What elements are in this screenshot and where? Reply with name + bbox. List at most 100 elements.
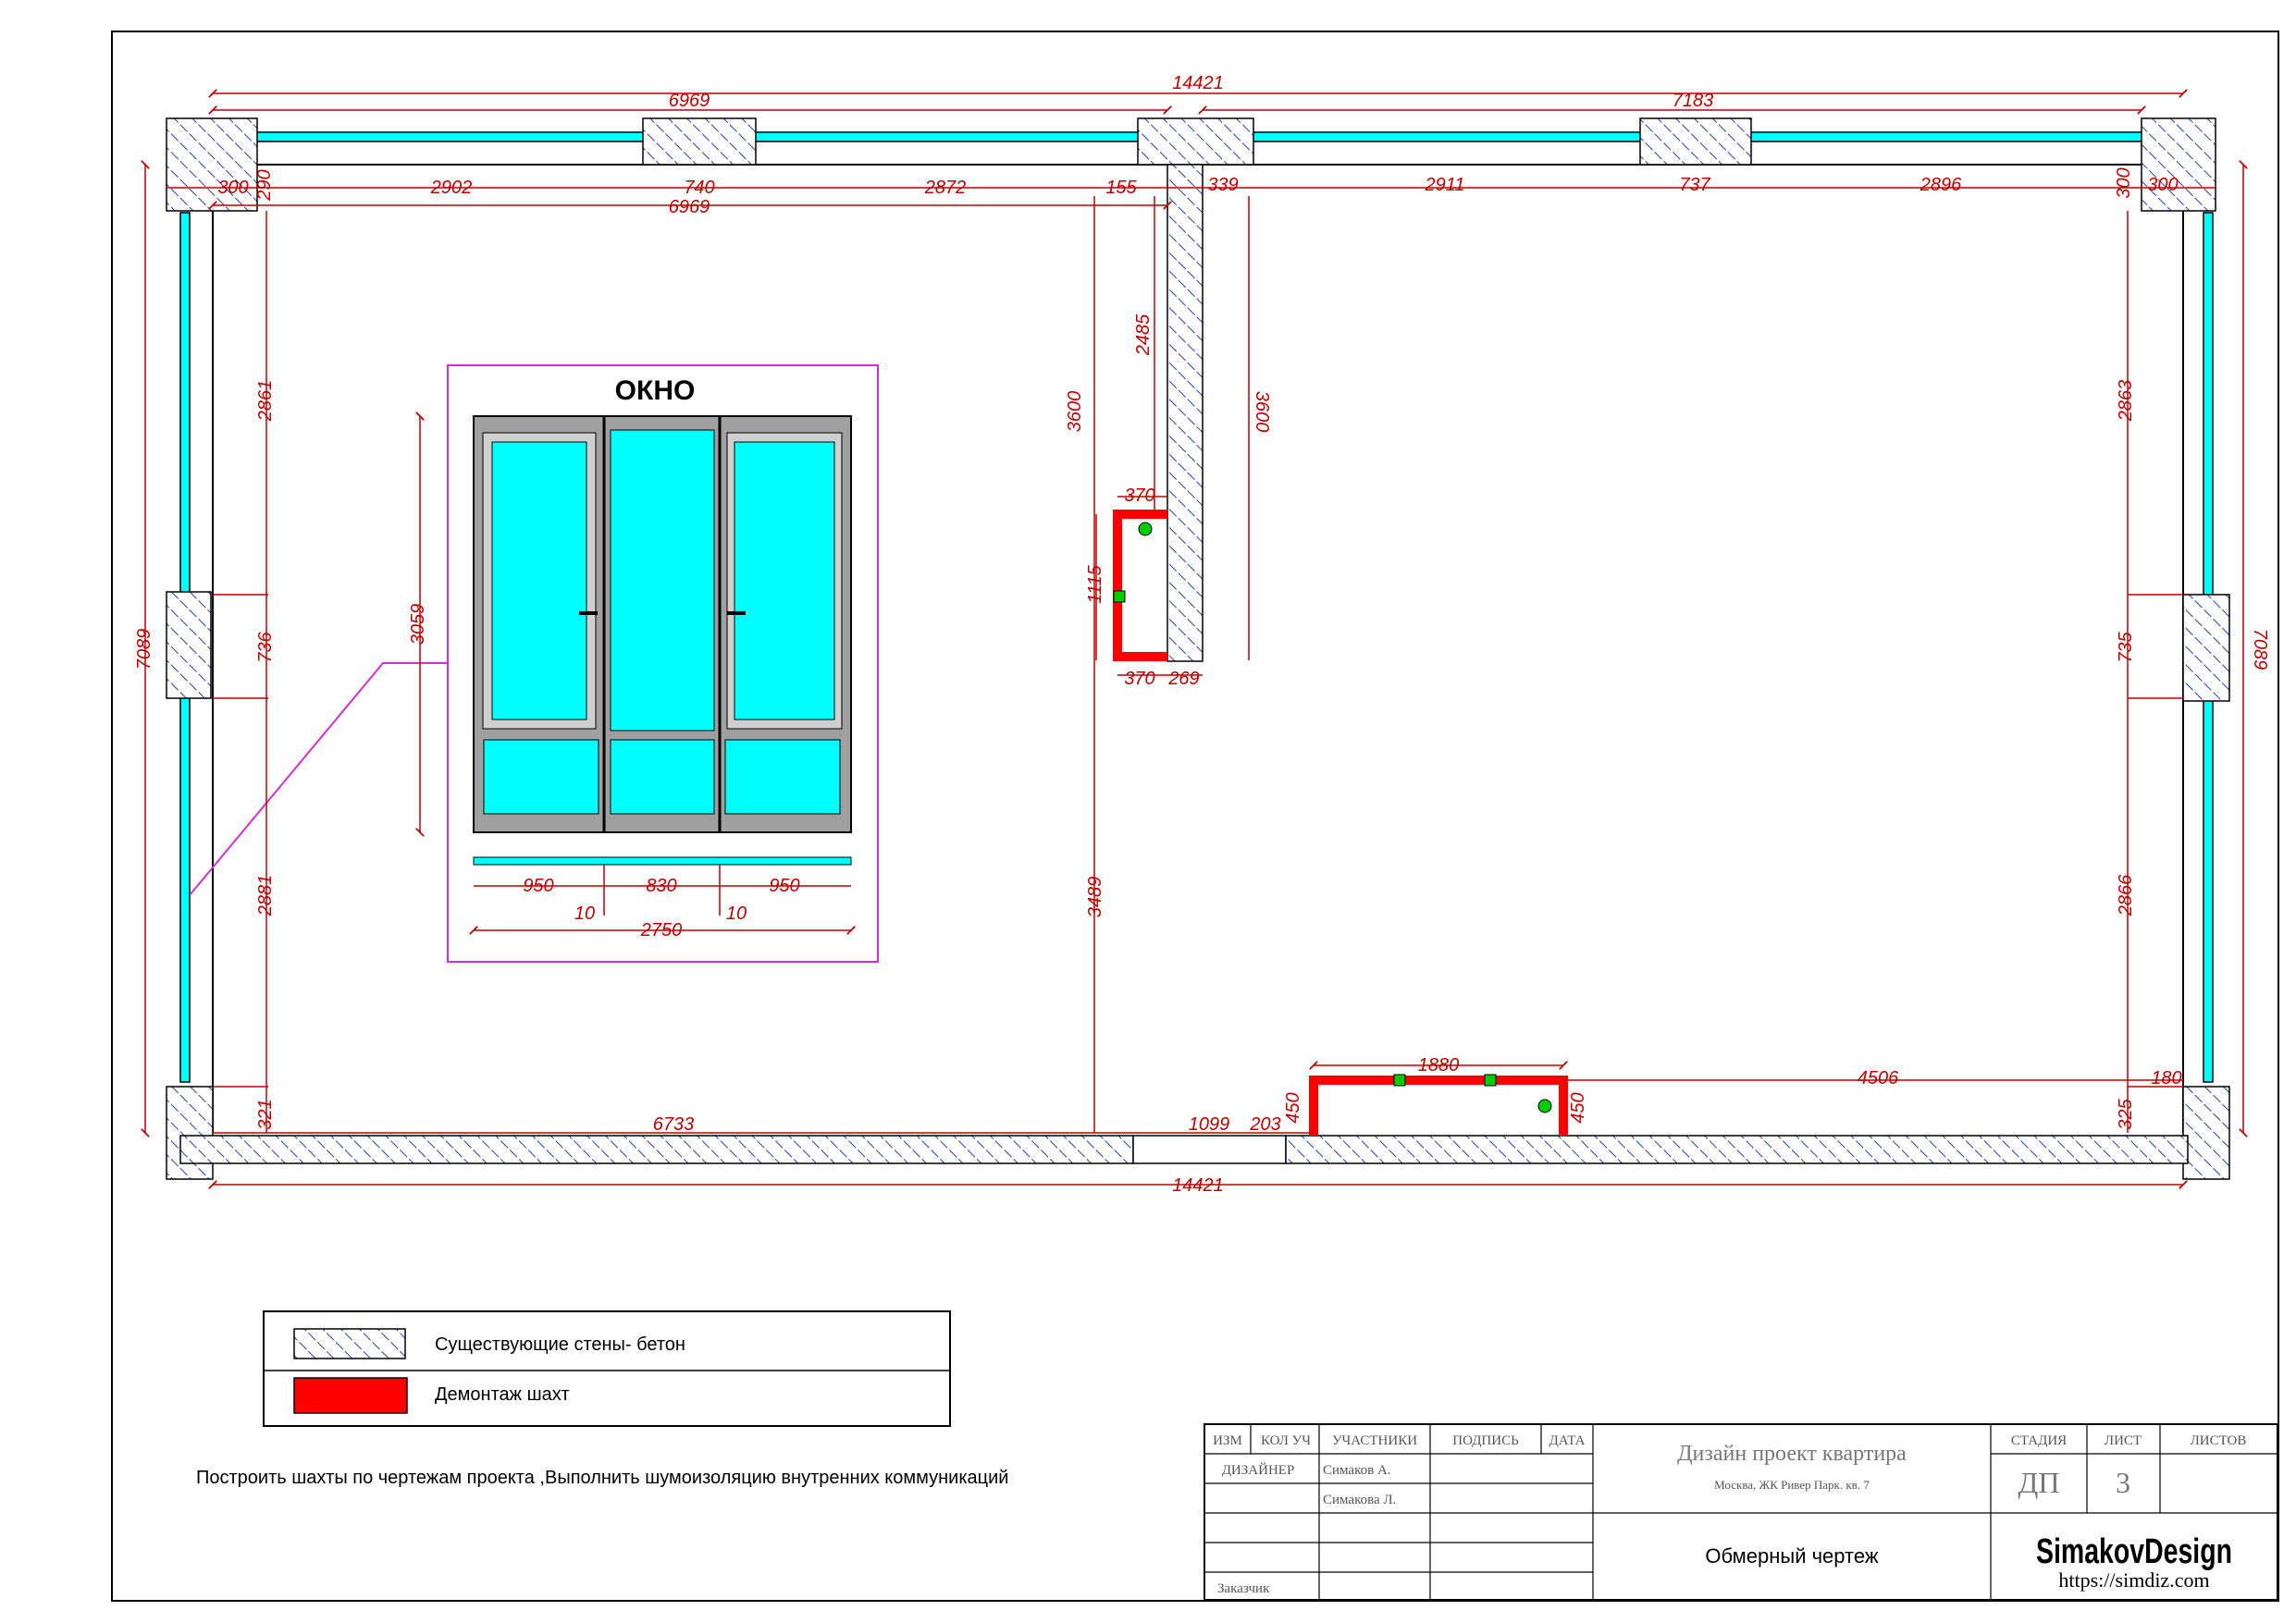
dim-label: 6733: [653, 1114, 695, 1135]
entry-door-opening: [1132, 1135, 1287, 1164]
tb-header: ПОДПИСЬ: [1452, 1433, 1519, 1448]
dim-label: 339: [1207, 175, 1238, 195]
dim-label: 3600: [1252, 391, 1272, 433]
dim-label: 2881: [255, 875, 276, 917]
tb-header-sheet: ЛИСТ: [2105, 1433, 2142, 1448]
pier-top-1: [642, 117, 757, 166]
tb-header: ИЗМ: [1213, 1433, 1242, 1448]
dim-label: 736: [255, 631, 276, 662]
pier-bottom-left: [166, 1086, 214, 1180]
dim-label: 450: [1283, 1092, 1303, 1123]
window-title: ОКНО: [615, 375, 696, 406]
pier-top-2: [1137, 117, 1254, 166]
dim-label: 450: [1568, 1092, 1588, 1123]
window-plan-strip: [473, 856, 852, 866]
dim-label: 6969: [669, 197, 710, 217]
dim-label: 1880: [1418, 1055, 1460, 1076]
dim-label: 14421: [1172, 1175, 1224, 1196]
bottom-wall-right: [1285, 1135, 2189, 1164]
riser-square: [1393, 1074, 1406, 1087]
window-detail: ОКНО: [189, 364, 879, 963]
glass-pane: [491, 441, 587, 720]
legend: Существующие стены- бетон Демонтаж шахт: [263, 1310, 951, 1427]
dim-label: 300: [2147, 175, 2178, 195]
glass-pane: [610, 429, 715, 732]
tb-sheet-title: Обмерный чертеж: [1705, 1544, 1878, 1568]
riser-point: [1138, 522, 1153, 536]
brand-logo: SimakovDesign: [2036, 1532, 2232, 1571]
dim-label: 3600: [1065, 391, 1085, 433]
glass-pane-lower: [610, 739, 715, 815]
dim-label: 290: [254, 169, 275, 201]
dim-label: 10: [574, 904, 595, 924]
dim-label: 735: [2116, 631, 2136, 662]
dim-label: 7089: [2250, 629, 2270, 670]
dim-label: 325: [2116, 1098, 2136, 1129]
legend-label-concrete: Существующие стены- бетон: [435, 1334, 685, 1355]
dim-label: 2866: [2116, 874, 2136, 916]
dim-label: 2872: [924, 178, 967, 198]
construction-note: Построить шахты по чертежам проекта ,Вып…: [196, 1468, 1008, 1488]
dim-label: 300: [2114, 167, 2134, 198]
dim-label: 4506: [1858, 1068, 1899, 1088]
title-block: ИЗМ КОЛ УЧ УЧАСТНИКИ ПОДПИСЬ ДАТА ДИЗАЙН…: [1204, 1423, 2278, 1601]
tb-header: КОЛ УЧ: [1261, 1433, 1311, 1448]
dim-label: 740: [684, 178, 714, 198]
glass-pane: [734, 441, 835, 720]
dim-label: 1099: [1189, 1114, 1230, 1135]
pier-left-mid: [166, 591, 212, 699]
dim-label: 3489: [1085, 877, 1105, 918]
dim-label: 2896: [1920, 175, 1962, 195]
riser-point: [1537, 1099, 1552, 1113]
dim-label: 10: [726, 904, 747, 924]
tb-header-stage: СТАДИЯ: [2011, 1433, 2067, 1448]
dim-label: 269: [1167, 669, 1199, 689]
dim-label: 2750: [640, 920, 683, 941]
window-handle: [727, 611, 746, 615]
dim-label: 7089: [134, 629, 154, 670]
pier-right-mid: [2182, 594, 2230, 702]
dim-label: 2863: [2116, 380, 2136, 423]
partition-wall: [1167, 164, 1204, 662]
dim-label: 7183: [1673, 91, 1714, 111]
legend-swatch-concrete: [293, 1328, 406, 1359]
glass-pane-lower: [483, 739, 599, 815]
window-handle: [579, 611, 598, 615]
glass-pane-lower: [724, 739, 841, 815]
tb-role: ДИЗАЙНЕР: [1222, 1462, 1295, 1478]
dim-label: 2911: [1424, 175, 1464, 195]
bottom-wall-left: [179, 1135, 1134, 1164]
tb-stage: ДП: [2018, 1466, 2060, 1499]
dim-label: 737: [1679, 175, 1710, 195]
dim-label: 300: [217, 178, 248, 198]
riser-square: [1113, 590, 1126, 603]
brand-url: https://simdiz.com: [2058, 1568, 2209, 1592]
floor-plan-sheet: ОКНО 14421 6969 7183 300 290 2902 740 28…: [111, 31, 2279, 1602]
dim-label: 950: [523, 876, 553, 896]
shaft-1: [1113, 510, 1167, 661]
dim-label: 180: [2151, 1068, 2181, 1088]
tb-project-title: Дизайн проект квартира: [1677, 1442, 1907, 1466]
dim-label: 321: [255, 1099, 276, 1129]
tb-address: Москва, ЖК Ривер Парк. кв. 7: [1714, 1478, 1870, 1492]
dim-label: 2861: [255, 380, 276, 423]
dim-label: 3059: [408, 604, 428, 646]
pier-top-3: [1639, 117, 1752, 166]
dim-label: 950: [769, 876, 799, 896]
legend-swatch-demolition: [293, 1377, 408, 1414]
dim-label: 370: [1124, 669, 1154, 689]
dim-label: 6969: [669, 91, 710, 111]
dim-label: 14421: [1172, 73, 1224, 93]
dim-label: 1115: [1085, 564, 1105, 603]
tb-client-label: Заказчик: [1217, 1581, 1270, 1596]
dim-label: 370: [1124, 486, 1154, 506]
tb-participant: Симаков А.: [1323, 1463, 1391, 1478]
tb-header: ДАТА: [1549, 1433, 1586, 1448]
dim-label: 203: [1249, 1114, 1280, 1135]
tb-header: УЧАСТНИКИ: [1332, 1433, 1417, 1448]
pier-top-right: [2141, 117, 2216, 212]
dim-label: 155: [1105, 178, 1137, 198]
tb-sheet-number: 3: [2116, 1466, 2130, 1499]
dim-label: 2485: [1133, 314, 1154, 356]
shaft-2: [1309, 1076, 1568, 1136]
